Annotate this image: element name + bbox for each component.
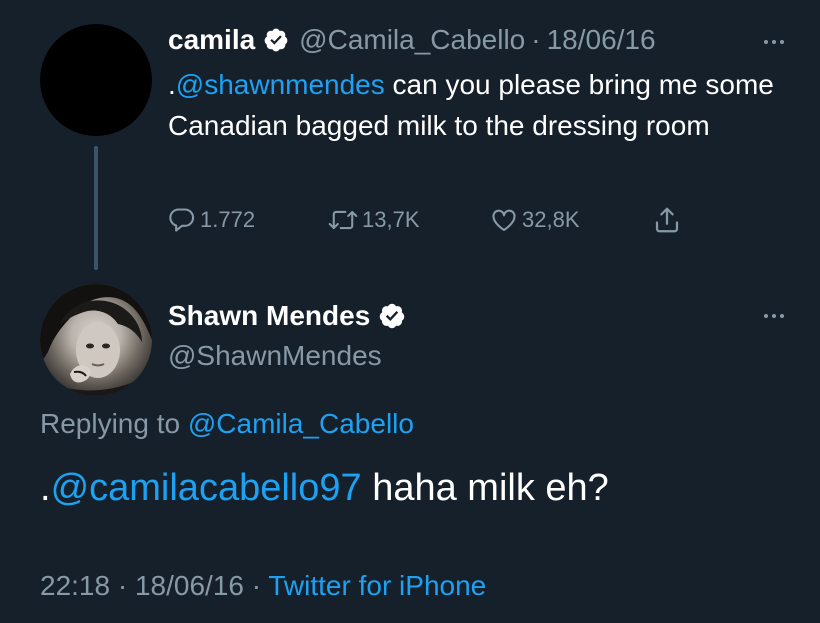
profile-photo xyxy=(40,284,152,396)
mention-link[interactable]: @camilacabello97 xyxy=(51,467,362,509)
reply-icon xyxy=(169,208,195,232)
handle[interactable]: @ShawnMendes xyxy=(168,338,382,374)
more-options-icon[interactable] xyxy=(764,40,784,44)
tweet-date[interactable]: 18/06/16 xyxy=(135,570,244,601)
reply-count: 1.772 xyxy=(200,207,256,232)
tweet-text: .@shawnmendes can you please bring me so… xyxy=(168,64,788,146)
replying-handle-link[interactable]: @Camila_Cabello xyxy=(188,408,414,439)
reply-button[interactable]: 1.772 xyxy=(168,200,255,240)
thread-connector-line xyxy=(94,146,98,270)
display-name[interactable]: camila xyxy=(168,24,255,56)
share-icon xyxy=(655,207,679,233)
verified-badge-icon xyxy=(263,27,289,53)
tweet-meta: 22:18 · 18/06/16 · Twitter for iPhone xyxy=(40,566,486,606)
retweet-button[interactable]: 13,7K xyxy=(328,200,420,240)
retweet-icon xyxy=(328,210,358,230)
tweet-header: camila @Camila_Cabello · 18/06/16 xyxy=(168,20,656,60)
like-button[interactable]: 32,8K xyxy=(490,200,580,240)
like-count: 32,8K xyxy=(522,207,580,232)
source-link[interactable]: Twitter for iPhone xyxy=(268,570,486,601)
mention-link[interactable]: @shawnmendes xyxy=(176,69,385,100)
heart-icon xyxy=(492,209,516,231)
tweet-actions: 1.772 13,7K 32,8K xyxy=(168,200,708,240)
separator-dot: · xyxy=(531,24,541,55)
text-body: haha milk eh? xyxy=(361,467,609,509)
avatar[interactable] xyxy=(40,24,152,136)
reply-text: .@camilacabello97 haha milk eh? xyxy=(40,462,609,514)
handle[interactable]: @Camila_Cabello xyxy=(299,24,525,56)
tweet-date[interactable]: 18/06/16 xyxy=(547,24,656,56)
retweet-count: 13,7K xyxy=(362,207,420,232)
separator-dot: · xyxy=(117,570,128,601)
replying-label: Replying to xyxy=(40,408,188,439)
share-button[interactable] xyxy=(652,200,682,240)
avatar[interactable] xyxy=(40,284,152,396)
verified-badge-icon xyxy=(378,302,406,330)
replying-to: Replying to @Camila_Cabello xyxy=(40,404,414,444)
text-prefix: . xyxy=(168,69,176,100)
reply-header: Shawn Mendes xyxy=(168,296,406,336)
tweet-time[interactable]: 22:18 xyxy=(40,570,110,601)
more-options-icon[interactable] xyxy=(764,314,784,318)
separator-dot: · xyxy=(251,570,262,601)
text-prefix: . xyxy=(40,467,51,509)
display-name[interactable]: Shawn Mendes xyxy=(168,300,370,332)
